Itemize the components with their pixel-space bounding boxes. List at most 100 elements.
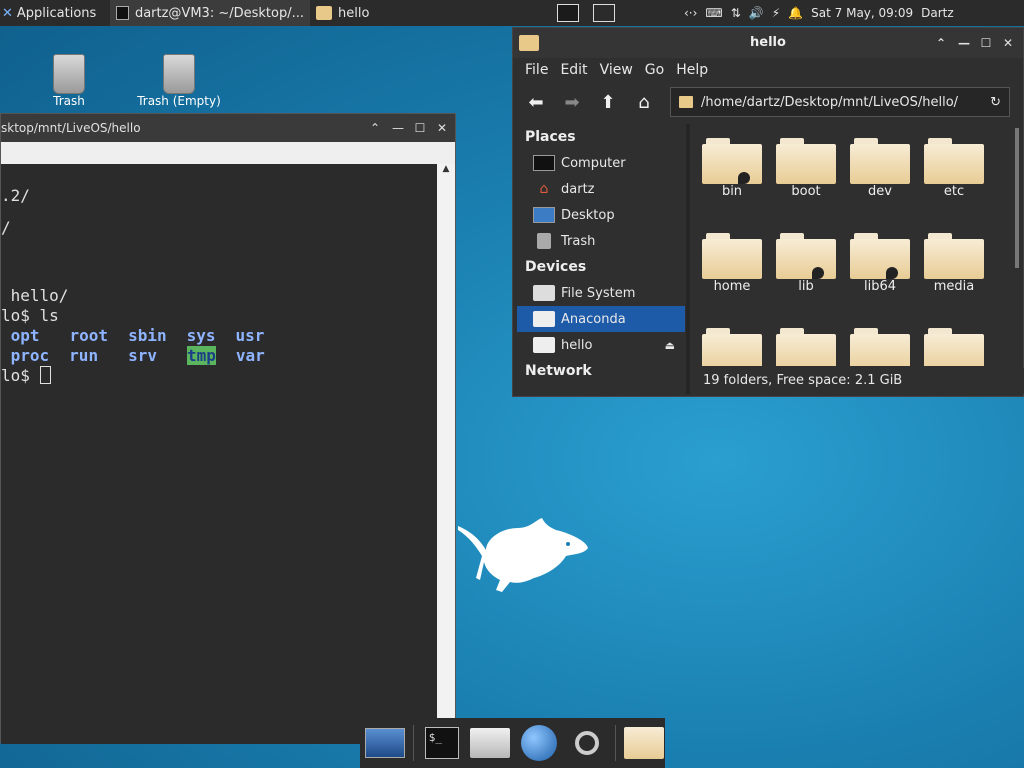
terminal-menubar <box>1 142 455 164</box>
menu-file[interactable]: File <box>519 62 554 78</box>
dir-var: var <box>235 346 265 365</box>
fm-statusbar: 19 folders, Free space: 2.1 GiB <box>691 368 1024 394</box>
folder-item[interactable]: home <box>697 233 767 294</box>
dir-sys: sys <box>186 326 216 345</box>
folder-item[interactable] <box>771 328 841 366</box>
menu-go[interactable]: Go <box>639 62 670 78</box>
sidebar-item-trash[interactable]: Trash <box>517 228 685 254</box>
workspace-2[interactable] <box>586 0 622 26</box>
sidebar-item-label: dartz <box>561 181 595 197</box>
menu-edit[interactable]: Edit <box>554 62 593 78</box>
pane-splitter[interactable] <box>686 124 690 394</box>
workspace-1-icon <box>557 4 579 22</box>
sidebar-item-dartz[interactable]: ⌂ dartz <box>517 176 685 202</box>
terminal-titlebar[interactable]: sktop/mnt/LiveOS/hello ⌃ — ☐ ✕ <box>1 114 455 142</box>
folder-label: dev <box>868 184 892 199</box>
folder-item[interactable]: lib64 <box>845 233 915 294</box>
trash-empty-icon <box>163 54 195 94</box>
network-icon[interactable]: ‹·› <box>684 6 697 20</box>
terminal-minimize-icon[interactable]: — <box>390 120 406 136</box>
desktop-icon <box>533 207 555 223</box>
folder-item[interactable] <box>697 328 767 366</box>
drive-icon <box>533 285 555 301</box>
applications-menu[interactable]: ✕ Applications <box>0 0 110 26</box>
dock-terminal[interactable]: $_ <box>420 722 463 764</box>
file-manager-titlebar[interactable]: hello ⌃ — ☐ ✕ <box>513 28 1023 58</box>
folder-icon <box>924 138 984 184</box>
transfer-icon[interactable]: ⇅ <box>731 6 741 20</box>
home-button[interactable]: ⌂ <box>629 87 659 117</box>
scroll-up-icon[interactable]: ▲ <box>437 164 455 174</box>
file-view[interactable]: bin boot dev etc home lib lib64 media <box>693 128 1013 366</box>
reload-icon[interactable]: ↻ <box>990 95 1001 110</box>
desktop-trash-empty-label: Trash (Empty) <box>137 94 221 108</box>
notification-bell-icon[interactable]: 🔔 <box>788 6 803 20</box>
sidebar-item-desktop[interactable]: Desktop <box>517 202 685 228</box>
desktop-trash-label: Trash <box>53 94 85 108</box>
fm-shade-icon[interactable]: ⌃ <box>933 35 949 51</box>
fm-minimize-icon[interactable]: — <box>956 35 972 51</box>
folder-label: lib <box>798 279 814 294</box>
symlink-icon <box>886 267 898 279</box>
taskbar-folder[interactable]: hello <box>310 0 510 26</box>
dock-folder[interactable] <box>622 722 665 764</box>
terminal-scrollbar[interactable]: ▲ <box>437 164 455 742</box>
sidebar-item-label: Anaconda <box>561 311 626 327</box>
folder-item[interactable]: dev <box>845 138 915 199</box>
desktop-trash[interactable]: Trash <box>24 54 114 108</box>
folder-icon <box>679 96 693 108</box>
folder-item[interactable]: media <box>919 233 989 294</box>
power-icon[interactable]: ⚡ <box>772 6 780 20</box>
prompt: lo$ <box>1 366 40 385</box>
folder-item[interactable]: etc <box>919 138 989 199</box>
sidebar-item-file-system[interactable]: File System <box>517 280 685 306</box>
dock-app-finder[interactable] <box>566 722 609 764</box>
taskbar-terminal-label: dartz@VM3: ~/Desktop/... <box>134 5 304 21</box>
terminal-maximize-icon[interactable]: ☐ <box>412 120 428 136</box>
fm-close-icon[interactable]: ✕ <box>1000 35 1016 51</box>
clock[interactable]: Sat 7 May, 09:09 <box>811 6 913 20</box>
volume-icon[interactable]: 🔊 <box>749 6 764 20</box>
fm-menubar: File Edit View Go Help <box>513 58 1023 82</box>
terminal-line: hello/ <box>1 286 69 305</box>
dock-file-manager[interactable] <box>469 722 512 764</box>
folder-icon <box>776 233 836 279</box>
location-bar[interactable]: /home/dartz/Desktop/mnt/LiveOS/hello/ ↻ <box>670 87 1010 117</box>
terminal-maximize-toggle-icon[interactable]: ⌃ <box>367 120 383 136</box>
fm-maximize-icon[interactable]: ☐ <box>978 35 994 51</box>
sidebar-item-label: File System <box>561 285 636 301</box>
folder-item[interactable]: bin <box>697 138 767 199</box>
dock-web-browser[interactable] <box>517 722 560 764</box>
desktop-trash-empty[interactable]: Trash (Empty) <box>134 54 224 108</box>
eject-icon[interactable]: ⏏ <box>665 339 675 352</box>
folder-item[interactable] <box>919 328 989 366</box>
up-button[interactable]: ⬆ <box>593 87 623 117</box>
terminal-close-icon[interactable]: ✕ <box>434 120 450 136</box>
terminal-output[interactable]: .2/ / hello/ lo$ ls opt root sbin sys usr pr… <box>1 164 437 744</box>
forward-button[interactable]: ➡ <box>557 87 587 117</box>
back-button[interactable]: ⬅ <box>521 87 551 117</box>
keyboard-icon[interactable]: ⌨ <box>705 6 722 20</box>
terminal-icon: $_ <box>424 727 459 759</box>
menu-view[interactable]: View <box>594 62 639 78</box>
workspace-1[interactable] <box>550 0 586 26</box>
desktop-icon <box>365 728 406 758</box>
folder-item[interactable] <box>845 328 915 366</box>
user-menu[interactable]: Dartz <box>921 6 954 20</box>
menu-help[interactable]: Help <box>670 62 714 78</box>
trash-icon <box>53 54 85 94</box>
folder-item[interactable]: boot <box>771 138 841 199</box>
dock-show-desktop[interactable] <box>364 722 407 764</box>
sidebar-item-computer[interactable]: Computer <box>517 150 685 176</box>
sidebar-item-anaconda[interactable]: Anaconda <box>517 306 685 332</box>
folder-item[interactable]: lib <box>771 233 841 294</box>
sidebar-item-hello[interactable]: hello ⏏ <box>517 332 685 358</box>
symlink-icon <box>812 267 824 279</box>
home-icon: ⌂ <box>539 181 549 197</box>
taskbar-terminal[interactable]: dartz@VM3: ~/Desktop/... <box>110 0 310 26</box>
text-cursor <box>39 366 51 384</box>
dir-sbin: sbin <box>128 326 167 345</box>
drive-icon <box>533 311 555 327</box>
file-view-scrollbar[interactable] <box>1015 128 1019 268</box>
folder-label: home <box>713 279 751 294</box>
